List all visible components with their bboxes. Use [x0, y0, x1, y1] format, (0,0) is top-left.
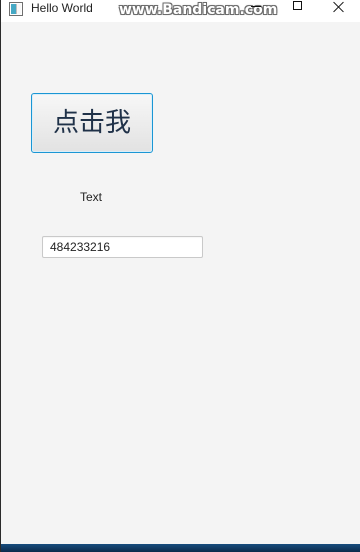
minimize-icon [251, 6, 261, 7]
number-input[interactable] [42, 236, 203, 258]
text-label: Text [80, 190, 103, 204]
minimize-button[interactable] [235, 0, 277, 22]
window-title: Hello World [31, 1, 93, 15]
maximize-button[interactable] [277, 0, 319, 22]
click-me-button[interactable]: 点击我 [31, 93, 153, 153]
application-window: Hello World www.Bandicam.com 点击我 Text [0, 0, 360, 552]
close-icon [333, 1, 345, 13]
app-icon [9, 2, 23, 16]
window-controls [235, 0, 360, 22]
maximize-icon [293, 1, 302, 10]
close-button[interactable] [319, 0, 360, 22]
content-area: 点击我 Text [1, 22, 360, 544]
taskbar-strip [1, 544, 360, 552]
title-bar: Hello World www.Bandicam.com [1, 0, 360, 22]
